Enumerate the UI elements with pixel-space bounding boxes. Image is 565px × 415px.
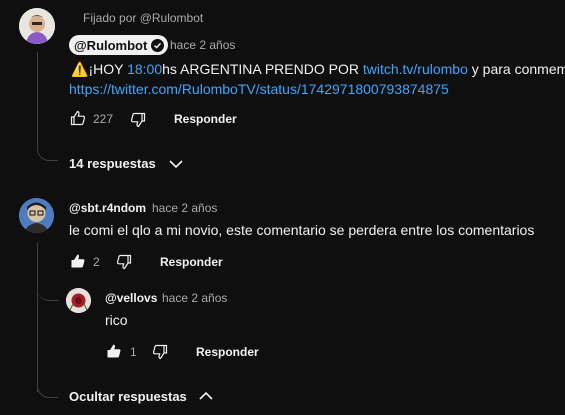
author-name: @Rulombot [74, 37, 148, 53]
replies-toggle[interactable]: 14 respuestas [69, 156, 156, 171]
pinned-label: Fijado por @Rulombot [83, 11, 204, 25]
thread-line [37, 242, 38, 392]
reply-button[interactable]: Responder [196, 345, 259, 359]
comment-text: ⚠️¡HOY 18:00hs ARGENTINA PRENDO POR twit… [71, 61, 565, 78]
author-badge[interactable]: @Rulombot [69, 35, 169, 55]
like-icon[interactable] [106, 343, 122, 359]
avatar-vellovs[interactable] [66, 288, 91, 313]
comment-time[interactable]: hace 2 años [152, 201, 217, 215]
thread-line [37, 375, 58, 398]
comment-text-part: y para conmemo [471, 61, 565, 77]
like-count: 1 [130, 345, 137, 359]
chevron-down-icon[interactable] [168, 157, 184, 171]
warning-icon: ⚠️ [71, 61, 89, 77]
verified-check-icon [151, 38, 165, 52]
chevron-up-icon[interactable] [198, 389, 214, 403]
dislike-icon[interactable] [116, 254, 132, 270]
dislike-icon[interactable] [152, 344, 168, 360]
timestamp-link[interactable]: 18:00 [127, 61, 162, 77]
dislike-icon[interactable] [130, 112, 146, 128]
thread-line [37, 52, 58, 161]
twitter-link[interactable]: https://twitter.com/RulomboTV/status/174… [69, 81, 449, 97]
comment-text-part: ¡HOY [88, 61, 128, 77]
author-name[interactable]: @vellovs [105, 291, 157, 305]
comment-time[interactable]: hace 2 años [170, 38, 235, 52]
comment-text-part: hs ARGENTINA PRENDO POR [162, 61, 363, 77]
comment-time[interactable]: hace 2 años [162, 291, 227, 305]
hide-replies-button[interactable]: Ocultar respuestas [69, 389, 187, 404]
reply-button[interactable]: Responder [160, 255, 223, 269]
author-name[interactable]: @sbt.r4ndom [69, 201, 146, 215]
avatar-sbt[interactable] [19, 198, 54, 233]
like-icon[interactable] [70, 110, 86, 126]
thread-line [37, 275, 59, 301]
avatar-rulombot[interactable] [19, 8, 55, 44]
reply-button[interactable]: Responder [174, 112, 237, 126]
twitch-link[interactable]: twitch.tv/rulombo [363, 61, 468, 77]
like-count: 227 [93, 112, 114, 126]
like-count: 2 [93, 255, 100, 269]
like-icon[interactable] [70, 253, 86, 269]
comment-text: rico [105, 312, 128, 328]
comment-text: le comi el qlo a mi novio, este comentar… [69, 222, 535, 238]
